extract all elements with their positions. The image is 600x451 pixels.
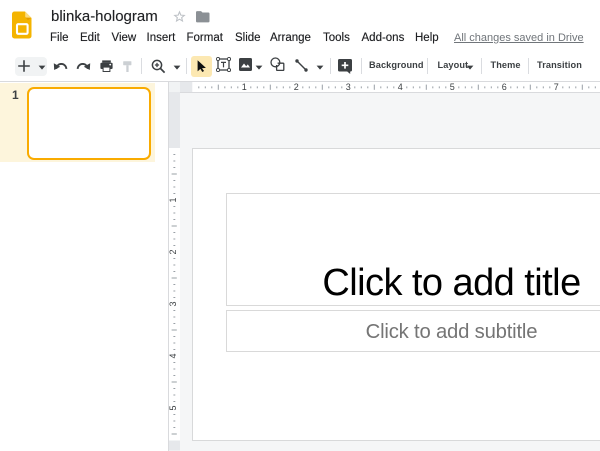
svg-text:3: 3: [169, 302, 178, 307]
svg-text:6: 6: [502, 82, 507, 92]
svg-text:5: 5: [450, 82, 455, 92]
svg-text:4: 4: [169, 354, 178, 359]
svg-text:5: 5: [169, 406, 178, 411]
svg-text:2: 2: [169, 250, 178, 255]
svg-text:3: 3: [346, 82, 351, 92]
svg-text:7: 7: [554, 82, 559, 92]
svg-text:1: 1: [169, 198, 178, 203]
svg-text:2: 2: [294, 82, 299, 92]
svg-text:1: 1: [242, 82, 247, 92]
svg-text:4: 4: [398, 82, 403, 92]
